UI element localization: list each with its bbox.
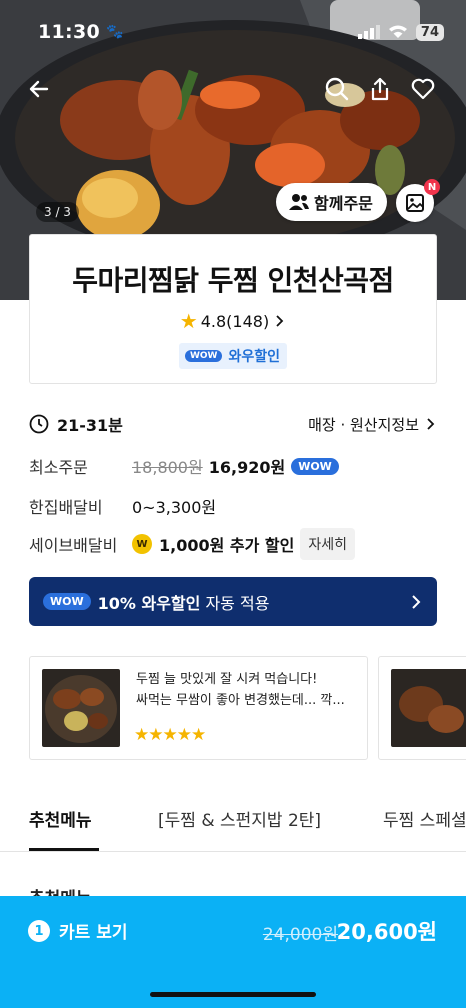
together-order-label: 함께주문 (314, 194, 373, 213)
paw-icon: 🐾 (105, 24, 124, 40)
wow-tag: WOW (291, 457, 339, 475)
rating-link[interactable]: ★ 4.8(148) (30, 309, 436, 333)
review-card[interactable] (378, 656, 466, 760)
save-delivery-value: 1,000원 추가 할인 (159, 536, 295, 555)
search-icon (325, 77, 349, 101)
back-button[interactable] (22, 72, 56, 106)
star-icon: ★ (179, 309, 198, 333)
wow-tag: WOW (184, 350, 223, 362)
wow-discount-badge: WOW 와우할인 (178, 343, 288, 369)
delivery-fee-value: 0~3,300원 (132, 498, 217, 517)
search-button[interactable] (320, 72, 354, 106)
image-counter: 3 / 3 (36, 202, 79, 222)
battery-indicator: 74 (415, 23, 444, 41)
chevron-right-icon (276, 315, 284, 327)
cart-total-price: 20,600원 (336, 920, 437, 944)
min-order-label: 최소주문 (29, 458, 88, 477)
menu-category-tabs: 추천메뉴 [두찜 & 스펀지밥 2탄] 두찜 스페셜 (0, 796, 466, 852)
arrow-left-icon (29, 80, 49, 98)
favorite-button[interactable] (406, 72, 440, 106)
review-text-line1: 두찜 늘 맛있게 잘 시켜 먹습니다! (136, 672, 318, 687)
store-origin-link[interactable]: 매장 · 원산지정보 (308, 414, 437, 435)
people-icon (289, 194, 309, 210)
tab-spongebob[interactable]: [두찜 & 스펀지밥 2탄] (158, 806, 321, 831)
wow-discount-label: 와우할인 (228, 349, 281, 365)
delivery-time-row: 21-31분 매장 · 원산지정보 (29, 412, 437, 436)
coin-icon: W (132, 534, 152, 554)
min-order-row: 최소주문 18,800원 16,920원 WOW (29, 454, 437, 478)
signal-icon (357, 25, 380, 39)
review-card[interactable]: 두찜 늘 맛있게 잘 시켜 먹습니다! 싸먹는 무쌈이 좋아 변경했는데... … (29, 656, 368, 760)
wifi-icon (388, 25, 407, 38)
min-order-price: 16,920원 (208, 458, 286, 477)
banner-strong-text: 10% 와우할인 (97, 593, 201, 613)
save-delivery-row: 세이브배달비 W 1,000원 추가 할인 자세히 (29, 528, 437, 560)
rating-value: 4.8(148) (200, 311, 270, 331)
share-icon (371, 77, 389, 101)
photo-review-button[interactable]: N (396, 179, 440, 222)
active-tab-indicator (29, 848, 99, 851)
chevron-right-icon (412, 594, 421, 609)
tab-recommended[interactable]: 추천메뉴 (29, 806, 92, 831)
review-photo (391, 669, 466, 747)
banner-text: 자동 적용 (200, 593, 270, 613)
status-bar: 11:30 🐾 74 (38, 18, 444, 46)
review-text-line2: 싸먹는 무쌈이 좋아 변경했는데... 깍... (136, 693, 345, 708)
delivery-fee-row: 한집배달비 0~3,300원 (29, 494, 437, 518)
heart-icon (411, 78, 435, 100)
tab-special[interactable]: 두찜 스페셜 (383, 806, 466, 831)
clock-time: 11:30 (38, 21, 100, 43)
clock-icon (29, 414, 49, 434)
photo-icon (406, 194, 424, 212)
home-indicator[interactable] (150, 992, 316, 997)
cart-view-label: 카트 보기 (59, 923, 128, 943)
together-order-button[interactable]: 함께주문 (276, 183, 387, 221)
store-name: 두마리찜닭 두찜 인천산곡점 (72, 264, 394, 297)
delivery-time: 21-31분 (57, 416, 123, 435)
review-photo (42, 669, 120, 747)
chevron-right-icon (427, 418, 435, 430)
new-badge: N (424, 179, 440, 195)
delivery-fee-label: 한집배달비 (29, 498, 103, 517)
wow-tag: WOW (43, 593, 91, 610)
cart-count-badge: 1 (28, 920, 50, 942)
store-title-card: 두마리찜닭 두찜 인천산곡점 ★ 4.8(148) WOW 와우할인 (29, 234, 437, 384)
share-button[interactable] (363, 72, 397, 106)
min-order-original: 18,800원 (132, 458, 203, 477)
wow-auto-discount-banner[interactable]: WOW 10% 와우할인 자동 적용 (29, 577, 437, 626)
store-detail-screen: 11:30 🐾 74 3 / 3 함께주문 N 두마리찜닭 두찜 인천산곡점 ★… (0, 0, 466, 1008)
store-origin-label: 매장 · 원산지정보 (308, 415, 419, 434)
detail-button[interactable]: 자세히 (300, 528, 355, 560)
save-delivery-label: 세이브배달비 (29, 536, 118, 555)
review-stars: ★★★★★ (134, 725, 206, 745)
cart-original-price: 24,000원 (262, 925, 338, 945)
